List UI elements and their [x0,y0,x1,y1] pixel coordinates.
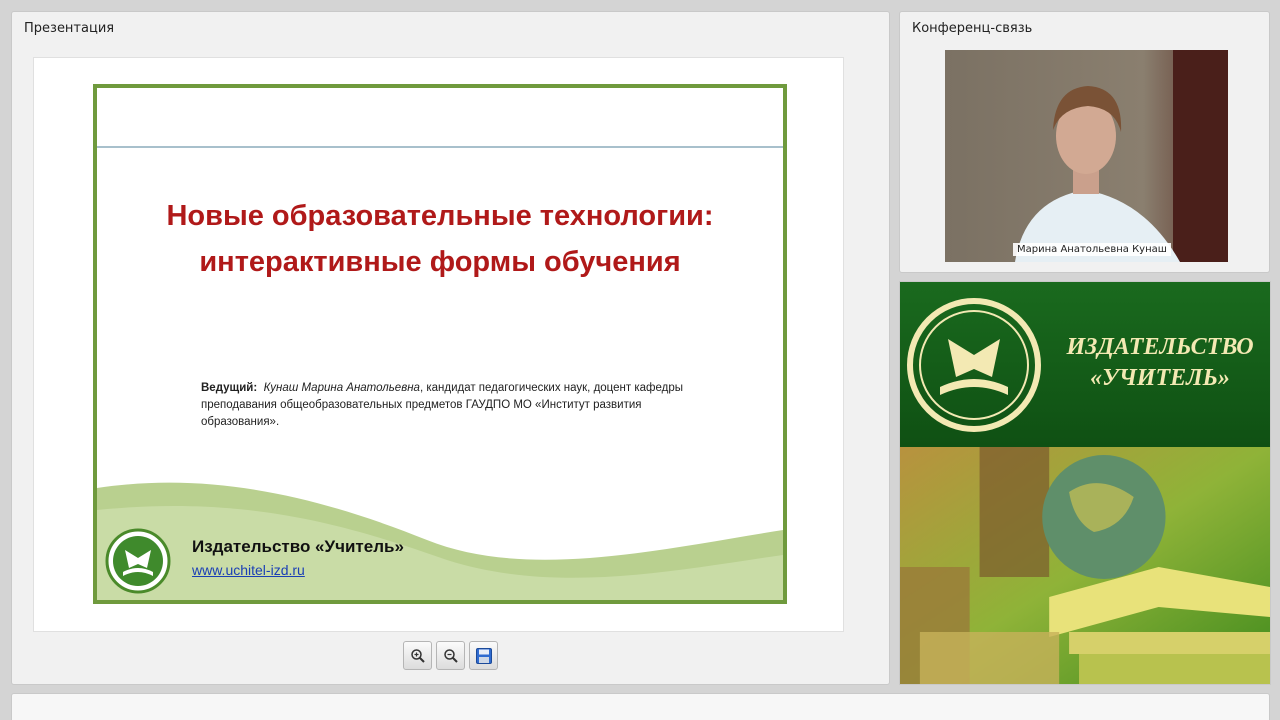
publisher-banner[interactable]: ИЗДАТЕЛЬСТВО «УЧИТЕЛЬ» [899,281,1271,685]
bottom-panel [11,693,1270,720]
publisher-logo-icon [105,528,171,594]
slide-title-line-1: Новые образовательные технологии: [166,200,714,232]
participant-video[interactable]: Марина Анатольевна Кунаш [945,50,1228,262]
presentation-panel-title: Презентация [24,21,115,36]
participant-video-frame [945,50,1228,262]
participant-name-caption: Марина Анатольевна Кунаш [1013,243,1171,256]
presentation-panel: Презентация Новые образовательные технол… [11,11,890,685]
slide-wave-decoration [97,482,783,600]
banner-logo-icon [907,298,1041,432]
slide-publisher-name: Издательство «Учитель» [192,537,404,556]
banner-books-globe-image [900,447,1270,684]
zoom-out-button[interactable] [436,641,465,670]
banner-publisher-name-line-1: ИЗДАТЕЛЬСТВО [1066,334,1254,360]
banner-header: ИЗДАТЕЛЬСТВО «УЧИТЕЛЬ» [900,282,1270,447]
zoom-out-icon [443,648,458,663]
zoom-in-icon [410,648,425,663]
slide-divider [97,146,783,148]
save-button[interactable] [469,641,498,670]
slide-presenter-info: Ведущий: Кунаш Марина Анатольевна, канди… [201,380,701,431]
slide-title: Новые образовательные технологии: интера… [97,193,783,285]
banner-publisher-name-line-2: «УЧИТЕЛЬ» [1090,365,1230,391]
save-icon [475,647,492,664]
presenter-label: Ведущий: [201,382,258,394]
slide: Новые образовательные технологии: интера… [93,84,787,604]
slide-title-line-2: интерактивные формы обучения [199,246,681,278]
zoom-in-button[interactable] [403,641,432,670]
conference-panel: Конференц-связь Марина Анатольевна Кунаш [899,11,1270,273]
slide-publisher-link[interactable]: www.uchitel-izd.ru [192,562,305,578]
slide-viewer: Новые образовательные технологии: интера… [33,57,844,632]
presenter-name: Кунаш Марина Анатольевна [263,382,420,394]
conference-panel-title: Конференц-связь [912,21,1033,36]
